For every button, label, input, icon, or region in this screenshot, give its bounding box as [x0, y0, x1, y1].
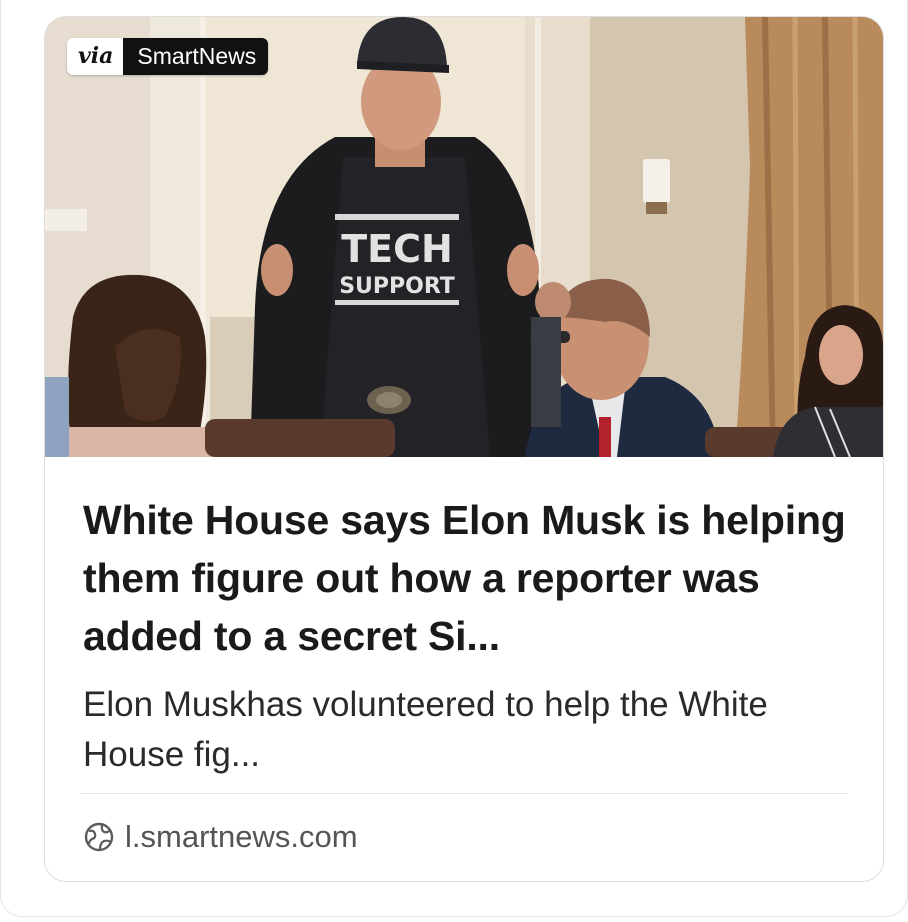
article-image[interactable]: TECH SUPPORT via SmartNews	[45, 17, 883, 457]
article-headline[interactable]: White House says Elon Musk is helping th…	[83, 491, 863, 665]
via-label: via	[67, 38, 134, 75]
link-preview-card[interactable]: TECH SUPPORT via SmartNews White House s…	[44, 16, 884, 882]
shirt-text-line2: SUPPORT	[339, 274, 455, 299]
brand-label: SmartNews	[123, 38, 269, 75]
shirt-text-line1: TECH	[341, 227, 453, 271]
source-domain: l.smartnews.com	[125, 819, 358, 854]
article-summary: Elon Muskhas volunteered to help the Whi…	[83, 685, 768, 774]
divider	[80, 793, 848, 794]
globe-icon	[84, 822, 114, 852]
source-badge: via SmartNews	[67, 38, 269, 75]
source-domain-row[interactable]: l.smartnews.com	[83, 817, 358, 857]
